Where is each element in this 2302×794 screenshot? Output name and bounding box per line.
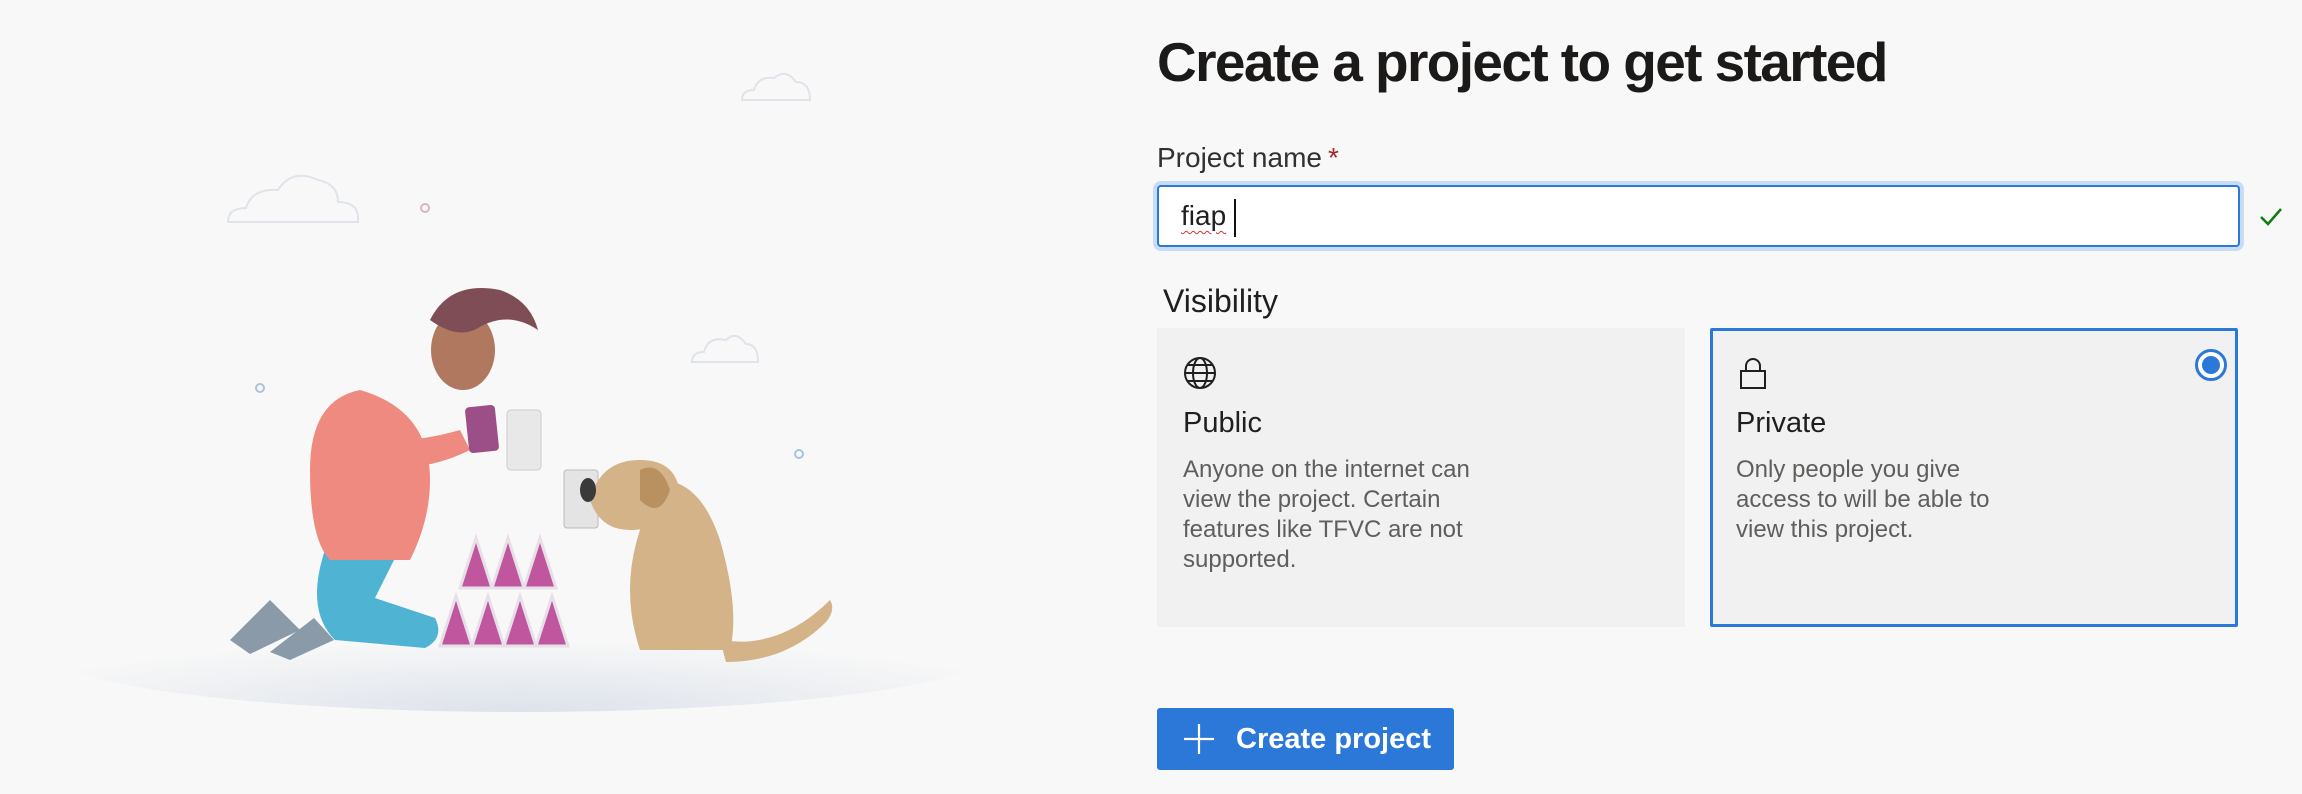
option-title: Private bbox=[1736, 407, 1827, 439]
project-name-field[interactable]: fiap bbox=[1157, 185, 2240, 247]
radio-dot bbox=[2202, 356, 2220, 374]
project-name-value[interactable]: fiap bbox=[1181, 200, 1226, 232]
visibility-option-private[interactable]: Private Only people you give access to w… bbox=[1710, 328, 2238, 627]
project-name-label: Project name * bbox=[1157, 142, 1339, 174]
check-icon bbox=[2260, 208, 2282, 226]
hero-illustration bbox=[50, 72, 990, 712]
visibility-label: Visibility bbox=[1163, 283, 1278, 319]
required-marker: * bbox=[1327, 142, 1339, 173]
create-project-button[interactable]: Create project bbox=[1157, 708, 1454, 770]
text-caret bbox=[1234, 199, 1236, 237]
page-title: Create a project to get started bbox=[1157, 31, 1888, 93]
visibility-option-public[interactable]: Public Anyone on the internet can view t… bbox=[1157, 328, 1685, 627]
radio-selected[interactable] bbox=[2195, 349, 2227, 381]
option-description: Only people you give access to will be a… bbox=[1736, 456, 1990, 543]
option-description: Anyone on the internet can view the proj… bbox=[1183, 456, 1470, 573]
globe-icon bbox=[1184, 357, 1216, 389]
lock-icon bbox=[1740, 358, 1766, 389]
project-name-label-text: Project name bbox=[1157, 142, 1322, 173]
create-project-label: Create project bbox=[1236, 722, 1432, 755]
plus-icon bbox=[1184, 724, 1214, 754]
option-title: Public bbox=[1183, 407, 1262, 439]
